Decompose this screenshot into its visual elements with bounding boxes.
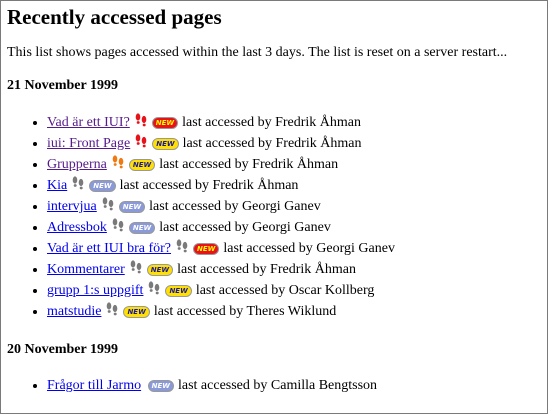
page-link[interactable]: Vad är ett IUI? [47,115,130,130]
access-info: last accessed by Oscar Kollberg [195,283,375,298]
page-link[interactable]: Frågor till Jarmo [47,378,141,393]
new-badge-icon: NEW [151,117,179,129]
access-info: last accessed by Georgi Ganev [159,220,331,235]
page-list: Frågor till Jarmo NEWlast accessed by Ca… [7,376,547,396]
list-item: grupp 1:s uppgift NEWlast accessed by Osc… [47,280,547,301]
list-item: Grupperna NEWlast accessed by Fredrik Åhm… [47,154,547,175]
list-item: Frågor till Jarmo NEWlast accessed by Ca… [47,376,547,396]
access-info: last accessed by Theres Wiklund [153,304,337,319]
page-link[interactable]: matstudie [47,304,101,319]
new-badge-icon: NEW [128,159,156,171]
list-item: Vad är ett IUI bra för? NEWlast accessed … [47,238,547,259]
day-date-heading: 20 November 1999 [7,342,118,357]
new-badge-icon: NEW [118,201,146,213]
access-info: last accessed by Fredrik Åhman [182,115,362,130]
access-info: last accessed by Fredrik Åhman [119,178,299,193]
access-info: last accessed by Fredrik Åhman [177,262,356,277]
page: Recently accessed pages This list shows … [1,1,547,396]
footprints-icon [72,176,84,190]
access-info: last accessed by Camilla Bengtsson [177,378,378,393]
page-link[interactable]: grupp 1:s uppgift [47,283,143,298]
new-badge-icon: NEW [165,285,192,297]
page-list: Vad är ett IUI?NEWlast accessed by Fredr… [7,112,547,322]
page-link[interactable]: Adressbok [47,220,107,235]
day-group: 20 November 1999 Frågor till Jarmo NEWlas… [7,341,547,396]
page-link[interactable]: Vad är ett IUI bra för? [47,241,171,256]
footprints-icon [135,113,147,127]
footprints-icon [130,260,142,274]
page-link[interactable]: iui: Front Page [47,136,130,151]
footprints-icon [112,155,124,169]
access-info: last accessed by Fredrik Åhman [182,136,362,151]
page-link[interactable]: Grupperna [47,157,107,172]
footprints-icon [176,239,188,253]
new-badge-icon: NEW [128,222,156,234]
page-link[interactable]: intervjua [47,199,97,214]
page-link[interactable]: Kommentarer [47,262,125,277]
page-link[interactable]: Kia [47,178,67,193]
list-item: iui: Front Page NEWlast accessed by Fredr… [47,133,547,154]
list-item: intervjua NEWlast accessed by Georgi Gane… [47,196,547,217]
access-info: last accessed by Fredrik Åhman [159,157,339,172]
day-group: 21 November 1999Vad är ett IUI?NEWlast a… [7,77,547,322]
new-badge-icon: NEW [89,180,116,192]
new-badge-icon: NEW [123,306,150,318]
footprints-icon [135,134,147,148]
new-badge-icon: NEW [193,243,220,255]
footprints-icon [102,197,114,211]
access-info: last accessed by Georgi Ganev [223,241,395,256]
footprints-icon [149,281,160,295]
new-badge-icon: NEW [147,380,174,392]
list-item: matstudie NEWlast accessed by Theres Wikl… [47,301,547,322]
footprints-icon [112,218,124,232]
page-title: Recently accessed pages [7,5,222,29]
intro-text: This list shows pages accessed within th… [7,45,508,60]
list-item: Kia NEWlast accessed by Fredrik Åhman [47,175,547,196]
day-groups: 21 November 1999Vad är ett IUI?NEWlast a… [7,77,547,396]
new-badge-icon: NEW [152,138,179,150]
day-date-heading: 21 November 1999 [7,78,118,93]
footprints-icon [107,302,118,316]
list-item: Vad är ett IUI? NEWlast accessed by Fredr… [47,112,547,133]
list-item: Adressbok NEWlast accessed by Georgi Gane… [47,217,547,238]
access-info: last accessed by Georgi Ganev [149,199,321,214]
list-item: Kommentarer NEWlast accessed by Fredrik Å… [47,259,547,280]
new-badge-icon: NEW [146,264,174,276]
